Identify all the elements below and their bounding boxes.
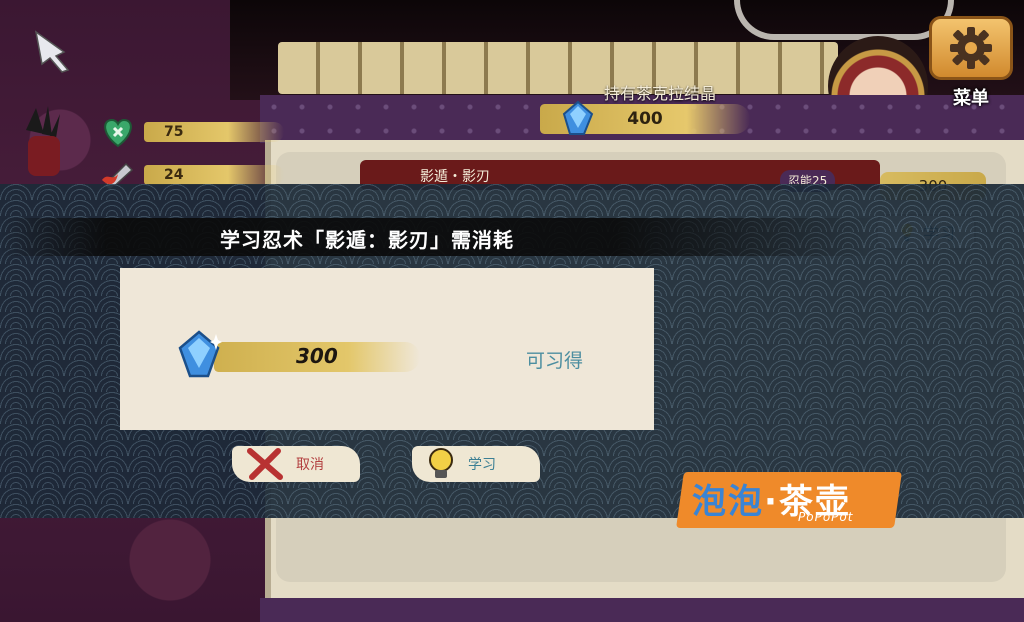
stat-row-heal: 75	[100, 116, 284, 148]
crystal-counter: 400	[540, 100, 750, 135]
ninja-claw-icon	[26, 106, 60, 176]
stat-value: 24	[144, 165, 284, 185]
close-icon	[247, 448, 283, 480]
menu-button[interactable]: 菜单	[928, 16, 1014, 110]
rope-decoration	[734, 0, 954, 40]
blue-crystal-icon	[562, 100, 594, 135]
learn-label: 学习	[468, 457, 496, 473]
lightbulb-icon	[429, 448, 453, 478]
kunai-cursor-icon	[34, 30, 70, 73]
cancel-label: 取消	[296, 457, 324, 473]
heart-heal-icon	[104, 118, 132, 148]
dialog-title: 学习忍术「影遁：影刃」需消耗	[220, 228, 514, 252]
menu-label: 菜单	[953, 88, 989, 109]
cancel-button[interactable]: 取消	[232, 446, 360, 482]
stat-value: 75	[144, 122, 284, 142]
blue-crystal-icon	[178, 330, 222, 378]
watermark-sub: PoPoPot	[798, 510, 854, 524]
popopot-watermark-logo: 泡泡·茶壶 PoPoPot	[676, 472, 902, 528]
menu-gear-frame	[929, 16, 1013, 80]
skill-name: 影遁・影刃	[420, 169, 490, 185]
learnable-status: 可习得	[526, 350, 584, 372]
learn-button[interactable]: 学习	[412, 446, 540, 482]
watermark-blue-text: 泡泡	[692, 482, 764, 522]
crystal-count: 400	[627, 109, 663, 129]
footer-pattern-band	[260, 598, 1024, 622]
cost-value: 300	[296, 344, 338, 368]
gear-icon	[950, 27, 992, 69]
